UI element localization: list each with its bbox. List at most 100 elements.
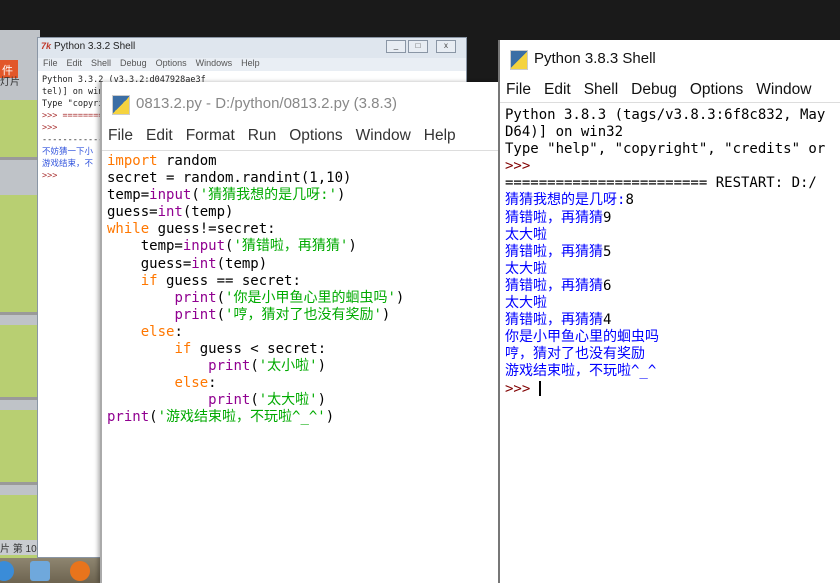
token-tx: Type "help", "copyright", "credits" or [505,141,826,158]
code-line: 太大啦 [505,295,840,312]
token-tx: ( [250,392,259,409]
code-line: 猜错啦，再猜猜6 [505,278,840,295]
menu-options[interactable]: Options [690,81,743,99]
code-line: secret = random.randint(1,10) [107,170,498,187]
code-line: D64)] on win32 [505,124,840,141]
code-line: if guess < secret: [107,341,498,358]
menu-file[interactable]: File [43,58,58,71]
code-line: print('太小啦') [107,358,498,375]
token-tx: ( [149,409,158,426]
token-tx [107,324,141,340]
python-file-icon [112,95,130,115]
code-line: Type "help", "copyright", "credits" or [505,141,840,158]
slides-tab[interactable]: 灯片 [0,73,20,88]
slide-thumbnail[interactable] [0,410,38,485]
code-line: print('哼，猜对了也没有奖励') [107,307,498,324]
slide-thumbnail[interactable] [0,195,38,315]
menu-shell[interactable]: Shell [584,81,618,99]
token-bi: input [149,187,192,204]
token-tx: temp= [107,187,150,204]
start-icon[interactable] [0,561,14,581]
python-shell-icon [510,50,528,70]
token-tx: guess == secret: [157,272,301,289]
token-kw: else [174,375,209,392]
code-line: 猜错啦，再猜猜4 [505,312,840,329]
token-out: 太大啦 [505,295,547,312]
powerpoint-background [0,30,40,565]
menu-file[interactable]: File [506,81,531,99]
firefox-icon[interactable] [70,561,90,581]
token-bi: print [208,392,251,409]
code-line: else: [107,375,498,392]
token-tx: ) [381,306,391,323]
menu-window[interactable]: Window [756,81,811,99]
token-out: 猜错啦，再猜猜 [505,277,603,294]
menu-help[interactable]: Help [241,58,260,71]
menu-window[interactable]: Window [356,127,411,145]
token-bi: int [191,255,217,272]
menu-format[interactable]: Format [186,127,235,145]
editor-window[interactable]: 0813.2.py - D:/python/0813.2.py (3.8.3) … [100,82,498,583]
token-tx: (temp) [182,204,234,221]
code-editor[interactable]: import random secret = random.randint(1,1… [102,150,498,583]
code-line: ======================== RESTART: D:/ [505,175,840,192]
token-out: 太大啦 [505,226,547,243]
slide-thumbnail[interactable] [0,325,38,400]
title-bar: Python 3.8.3 Shell [500,40,840,78]
menu-bar: File Edit Shell Debug Options Window [500,78,840,102]
token-tx: : [208,375,217,392]
token-bi: print [208,358,251,375]
token-out: 太大啦 [505,260,547,277]
slide-thumbnail[interactable] [0,100,38,160]
menu-windows[interactable]: Windows [196,58,233,71]
code-line: 你是小甲鱼心里的蛔虫吗 [505,329,840,346]
token-tx: : [174,323,183,340]
token-tx: ( [191,187,200,204]
token-tx: random [157,153,217,169]
code-line: 太大啦 [505,261,840,278]
title-bar: 0813.2.py - D:/python/0813.2.py (3.8.3) [102,82,498,122]
shell-output[interactable]: Python 3.8.3 (tags/v3.8.3:6f8c832, May D6… [500,102,840,583]
token-kw: if [174,341,192,358]
code-line: print('太大啦') [107,392,498,409]
token-in: 6 [603,277,612,294]
minimize-button[interactable]: _ [386,40,406,53]
menu-options[interactable]: Options [156,58,187,71]
menu-shell[interactable]: Shell [91,58,111,71]
code-line: print('你是小甲鱼心里的蛔虫吗') [107,290,498,307]
menu-options[interactable]: Options [289,127,342,145]
token-out: 猜错啦，再猜猜 [505,209,603,226]
title-bar: 7k Python 3.3.2 Shell _ □ x [38,38,466,58]
code-line: print('游戏结束啦，不玩啦^_^') [107,409,498,426]
menu-run[interactable]: Run [248,127,276,145]
code-line: import random [107,153,498,170]
menu-debug[interactable]: Debug [631,81,677,99]
token-st: '猜错啦，再猜猜' [233,238,349,255]
token-st: '太大啦' [258,392,318,409]
menu-debug[interactable]: Debug [120,58,147,71]
explorer-icon[interactable] [30,561,50,581]
token-out: 猜错啦，再猜猜 [505,312,603,329]
token-in: 4 [603,312,612,329]
token-in: 9 [603,209,612,226]
token-tx: ( [250,358,259,375]
token-out: 哼，猜对了也没有奖励 [505,346,645,363]
token-tx [107,341,174,357]
slide-status: 片 第 10 [0,540,38,555]
taskbar [0,558,100,583]
menu-edit[interactable]: Edit [67,58,83,71]
token-tx [107,358,208,374]
python-383-shell-window[interactable]: Python 3.8.3 Shell File Edit Shell Debug Opt… [498,40,840,583]
token-tx: ) [337,187,346,204]
window-title: 0813.2.py - D:/python/0813.2.py (3.8.3) [136,95,397,112]
menu-edit[interactable]: Edit [544,81,571,99]
close-button[interactable]: x [436,40,456,53]
token-tx: guess!=secret: [149,221,276,238]
token-tx: guess= [107,204,158,221]
menu-file[interactable]: File [108,127,133,145]
maximize-button[interactable]: □ [408,40,428,53]
menu-edit[interactable]: Edit [146,127,173,145]
token-tx: ) [317,392,327,409]
token-tx: Python 3.8.3 (tags/v3.8.3:6f8c832, May [505,107,826,123]
menu-help[interactable]: Help [424,127,456,145]
